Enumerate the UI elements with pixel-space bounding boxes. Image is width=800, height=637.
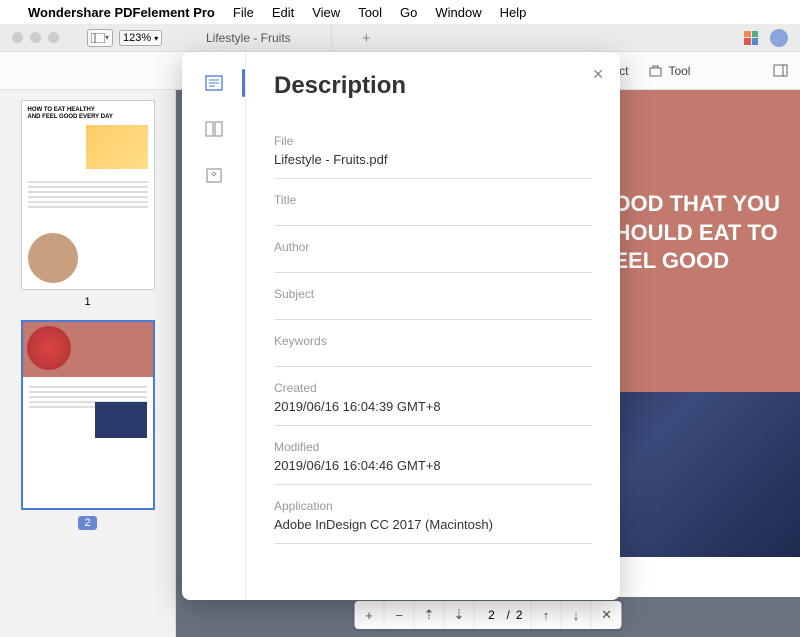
menu-edit[interactable]: Edit — [272, 5, 294, 20]
thumbnail-2[interactable]: 2 — [10, 320, 165, 530]
modal-tab-security[interactable] — [203, 164, 225, 186]
tool-toolbox-label: Tool — [668, 64, 690, 78]
fullscreen-window-button[interactable] — [48, 32, 59, 43]
modal-tab-description[interactable] — [203, 72, 225, 94]
field-application: Application Adobe InDesign CC 2017 (Maci… — [274, 489, 592, 544]
page-nav: + − ⇡ ⇣ / 2 ↑ ↓ ✕ — [354, 601, 621, 629]
close-nav-button[interactable]: ✕ — [592, 601, 622, 629]
zoom-select[interactable]: 123% ▾ — [119, 30, 162, 46]
field-file-label: File — [274, 134, 592, 148]
field-subject[interactable]: Subject — [274, 277, 592, 320]
thumb1-image2 — [28, 233, 78, 283]
zoom-in-button[interactable]: + — [354, 601, 384, 629]
thumb1-number: 1 — [84, 296, 90, 308]
field-subject-label: Subject — [274, 287, 592, 301]
current-page-input[interactable] — [482, 608, 500, 622]
last-page-button[interactable]: ⇣ — [444, 601, 474, 629]
field-modified: Modified 2019/06/16 16:04:46 GMT+8 — [274, 430, 592, 485]
traffic-lights — [0, 32, 59, 43]
modal-title: Description — [274, 72, 592, 100]
thumb1-heading: HOW TO EAT HEALTHY AND FEEL GOOD EVERY D… — [22, 101, 154, 126]
modal-sidebar — [182, 52, 246, 600]
field-title[interactable]: Title — [274, 183, 592, 226]
field-created: Created 2019/06/16 16:04:39 GMT+8 — [274, 371, 592, 426]
field-file-value: Lifestyle - Fruits.pdf — [274, 152, 592, 168]
menubar: Wondershare PDFelement Pro File Edit Vie… — [0, 0, 800, 24]
close-window-button[interactable] — [12, 32, 23, 43]
tool-panel[interactable] — [773, 63, 788, 78]
field-keywords[interactable]: Keywords — [274, 324, 592, 367]
document-tab[interactable]: Lifestyle - Fruits — [190, 24, 332, 51]
minimize-window-button[interactable] — [30, 32, 41, 43]
page-sep: / — [506, 608, 509, 622]
field-application-value: Adobe InDesign CC 2017 (Macintosh) — [274, 517, 592, 533]
zoom-value: 123% — [123, 32, 151, 44]
toolbox-icon — [648, 63, 663, 78]
field-title-label: Title — [274, 193, 592, 207]
field-author[interactable]: Author — [274, 230, 592, 273]
tab-label: Lifestyle - Fruits — [206, 31, 291, 45]
panel-icon — [773, 63, 788, 78]
zoom-out-button[interactable]: − — [384, 601, 414, 629]
apps-icon[interactable] — [744, 31, 758, 45]
description-modal: ✕ Description File Lifestyle - Fruits.pd… — [182, 52, 620, 600]
thumbnail-sidebar: HOW TO EAT HEALTHY AND FEEL GOOD EVERY D… — [0, 90, 176, 637]
menu-help[interactable]: Help — [500, 5, 527, 20]
menu-window[interactable]: Window — [435, 5, 481, 20]
menu-tool[interactable]: Tool — [358, 5, 382, 20]
app-name[interactable]: Wondershare PDFelement Pro — [28, 5, 215, 20]
field-author-label: Author — [274, 240, 592, 254]
menu-go[interactable]: Go — [400, 5, 417, 20]
field-created-value: 2019/06/16 16:04:39 GMT+8 — [274, 399, 592, 415]
field-created-label: Created — [274, 381, 592, 395]
next-page-button[interactable]: ↓ — [562, 601, 592, 629]
field-keywords-label: Keywords — [274, 334, 592, 348]
new-tab-button[interactable]: + — [362, 30, 371, 47]
avatar[interactable] — [770, 29, 788, 47]
titlebar: ▾ 123% ▾ Lifestyle - Fruits + — [0, 24, 800, 52]
menu-view[interactable]: View — [312, 5, 340, 20]
thumb2-number: 2 — [78, 516, 96, 530]
prev-page-button[interactable]: ↑ — [532, 601, 562, 629]
field-application-label: Application — [274, 499, 592, 513]
thumbnail-1[interactable]: HOW TO EAT HEALTHY AND FEEL GOOD EVERY D… — [10, 100, 165, 308]
modal-close-button[interactable]: ✕ — [592, 66, 604, 83]
sidebar-toggle-button[interactable]: ▾ — [87, 29, 113, 47]
banner-text: FOOD THAT YOU SHOULD EAT TO FEEL GOOD — [600, 190, 780, 276]
page-total: 2 — [516, 608, 523, 622]
tool-toolbox[interactable]: Tool — [648, 63, 690, 78]
thumb1-image — [86, 125, 148, 169]
field-modified-value: 2019/06/16 16:04:46 GMT+8 — [274, 458, 592, 474]
sidebar-icon — [91, 33, 105, 43]
field-modified-label: Modified — [274, 440, 592, 454]
page-indicator: / 2 — [474, 601, 531, 629]
field-file: File Lifestyle - Fruits.pdf — [274, 124, 592, 179]
menu-file[interactable]: File — [233, 5, 254, 20]
modal-tab-initial-view[interactable] — [203, 118, 225, 140]
first-page-button[interactable]: ⇡ — [414, 601, 444, 629]
